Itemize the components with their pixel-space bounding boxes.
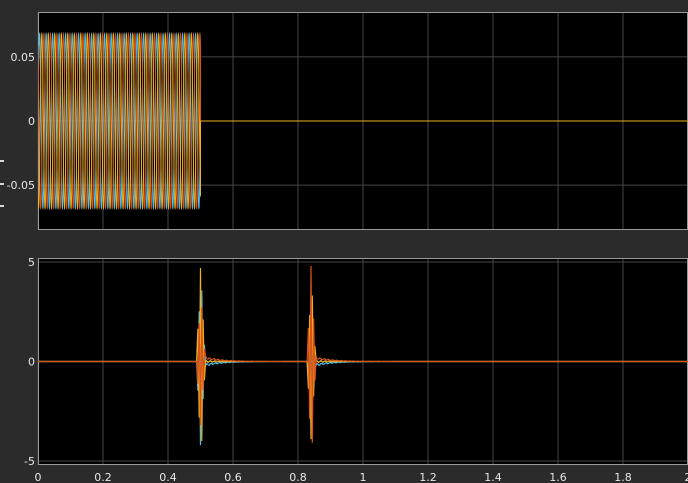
x-tick-label: 1.4 <box>484 471 502 483</box>
x-tick-label: 0 <box>35 471 42 483</box>
x-tick-label: 1.8 <box>614 471 632 483</box>
y-tick-label: -0.05 <box>7 179 35 192</box>
x-tick-label: 0.6 <box>224 471 242 483</box>
x-tick-label: 1.6 <box>549 471 567 483</box>
x-tick-label: 2 <box>685 471 688 483</box>
x-tick-label: 0.4 <box>159 471 177 483</box>
y-tick-label: 0.05 <box>11 51 36 64</box>
scope-figure: -0.0500.05-5050 0.2 0.4 0.6 0.8 1 1.2 1.4 1.6 1.8… <box>7 12 688 483</box>
x-tick-label: 1 <box>360 471 367 483</box>
x-tick-label: 1.2 <box>419 471 437 483</box>
edge-marker <box>0 183 4 185</box>
x-tick-label: 0.2 <box>94 471 112 483</box>
y-tick-label: 0 <box>28 115 35 128</box>
y-tick-label: 0 <box>28 356 35 369</box>
y-tick-label: 5 <box>28 256 35 269</box>
x-tick-label: 0.8 <box>289 471 307 483</box>
y-tick-label: -5 <box>24 455 35 468</box>
edge-marker <box>0 160 4 162</box>
edge-marker <box>0 205 4 207</box>
